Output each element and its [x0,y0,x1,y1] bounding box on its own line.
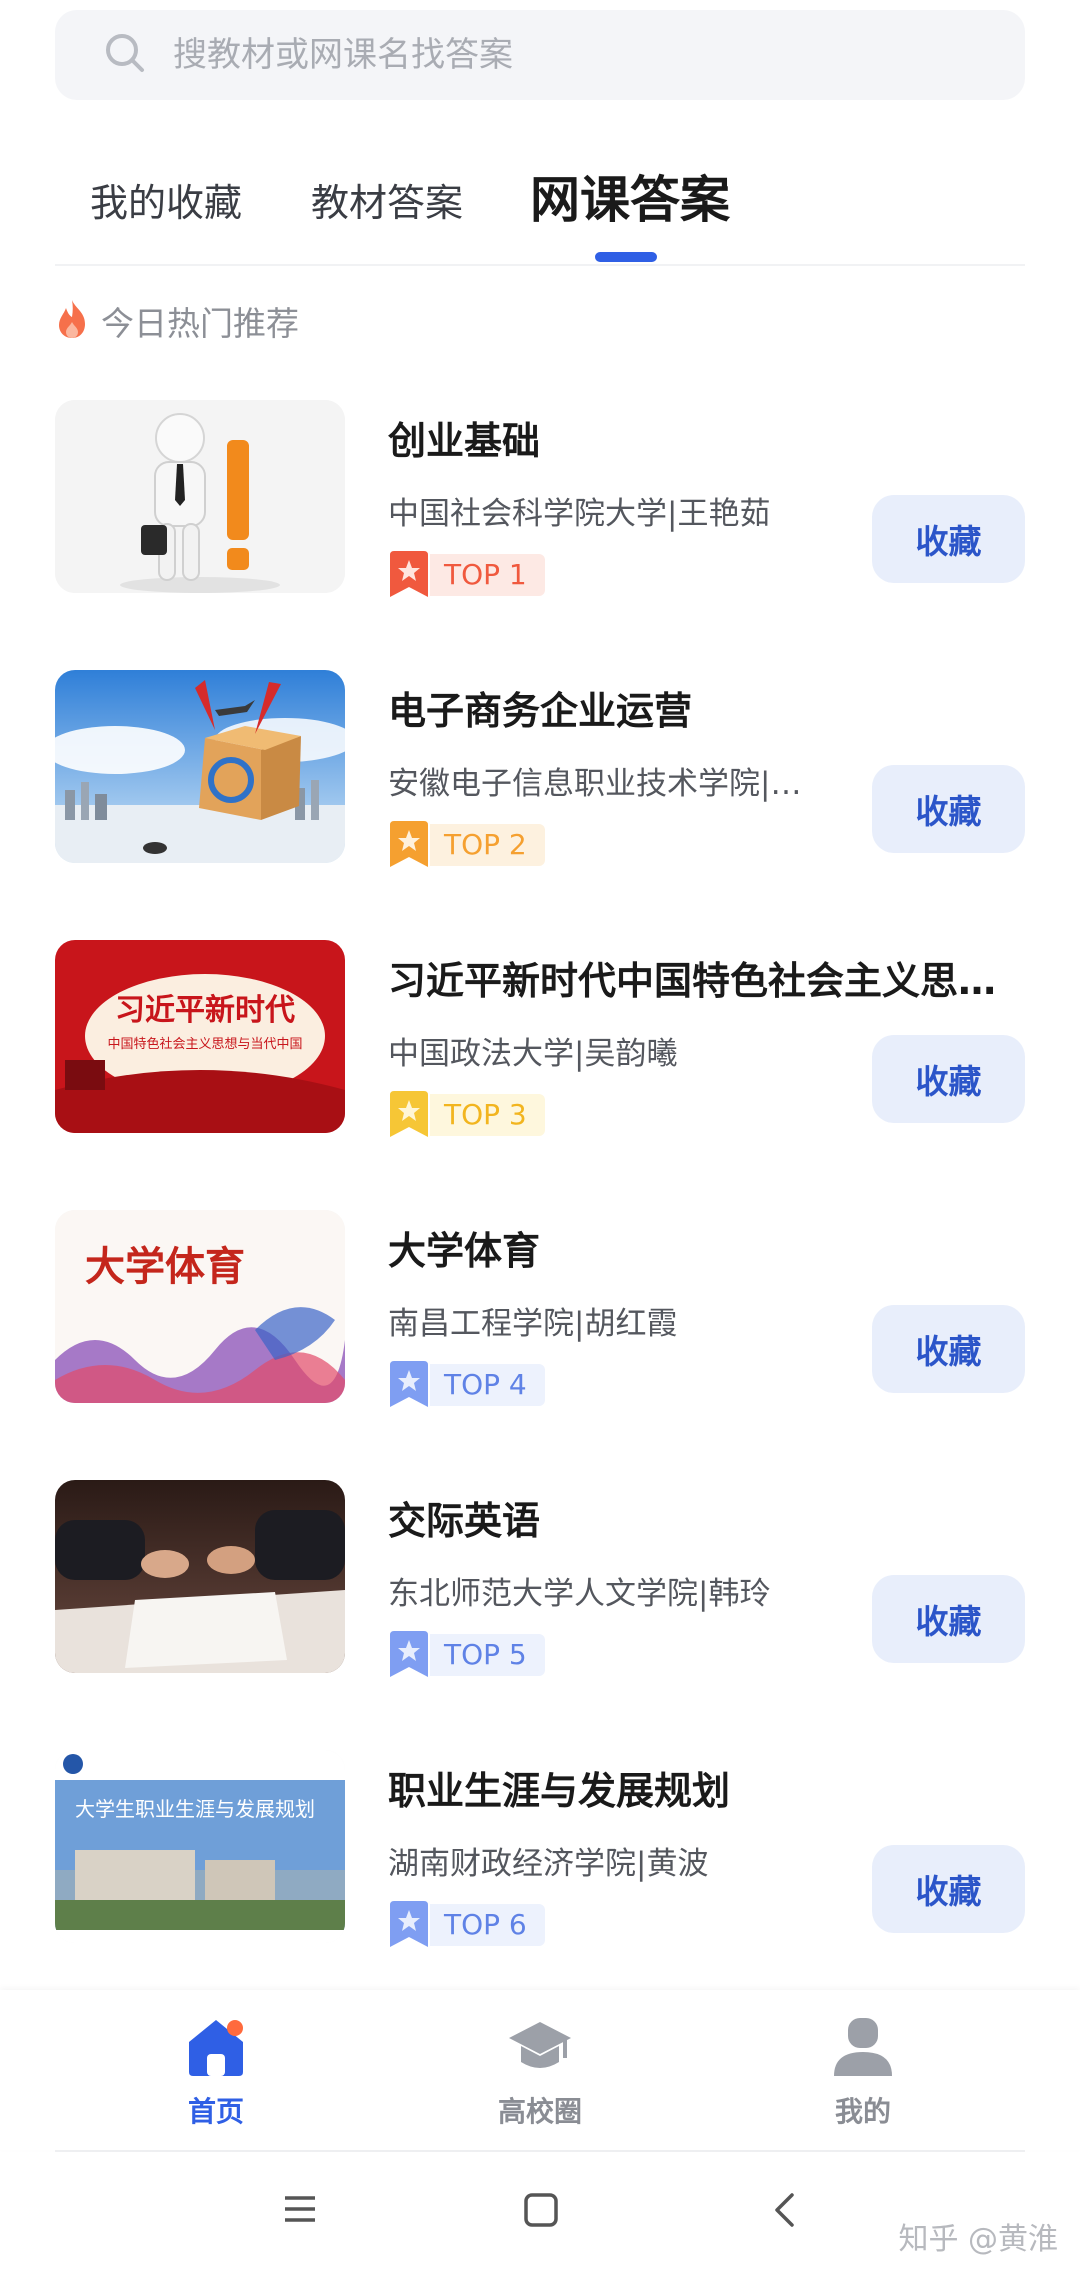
graduation-cap-icon [509,2022,571,2068]
thumb-subtitle: 中国特色社会主义思想与当代中国 [107,1036,302,1052]
rank-badge: TOP 5 [388,1631,545,1678]
nav-mine[interactable]: 我的 [783,2014,943,2154]
course-title: 电子商务企业运营 [388,689,693,733]
course-school-teacher: 湖南财政经济学院|黄波 [388,1846,709,1882]
rank-badge: TOP 3 [388,1091,545,1138]
star-bookmark-icon [390,1631,428,1677]
rank-label: TOP 3 [430,1094,545,1136]
rank-badge: TOP 2 [388,821,545,868]
collect-button[interactable]: 收藏 [872,1305,1025,1393]
course-school-teacher: 东北师范大学人文学院|韩玲 [388,1576,771,1612]
search-icon [103,31,147,79]
course-thumbnail [55,1480,345,1673]
course-school-teacher: 中国社会科学院大学|王艳茹 [388,496,771,532]
course-item[interactable]: 大学生职业生涯与发展规划 职业生涯与发展规划 湖南财政经济学院|黄波 TOP 6… [0,1750,1080,1948]
collect-button[interactable]: 收藏 [872,765,1025,853]
star-bookmark-icon [390,1901,428,1947]
menu-icon[interactable] [283,2192,317,2230]
nav-campus[interactable]: 高校圈 [460,2014,620,2154]
course-item[interactable]: 大学体育 大学体育 南昌工程学院|胡红霞 TOP 4 收藏 [0,1210,1080,1408]
home-square-icon[interactable] [523,2192,559,2232]
star-bookmark-icon [390,1091,428,1137]
hot-recommend-header: 今日热门推荐 [55,296,299,346]
course-title: 习近平新时代中国特色社会主义思… [388,959,997,1003]
rank-badge: TOP 6 [388,1901,545,1948]
search-bar[interactable] [55,10,1025,100]
course-thumbnail: 习近平新时代 中国特色社会主义思想与当代中国 [55,940,345,1133]
active-tab-indicator [595,252,657,262]
star-bookmark-icon [390,1361,428,1407]
course-school-teacher: 中国政法大学|吴韵曦 [388,1036,678,1072]
course-item[interactable]: 电子商务企业运营 安徽电子信息职业技术学院|… TOP 2 收藏 [0,670,1080,868]
course-school-teacher: 安徽电子信息职业技术学院|… [388,766,802,802]
tab-online-course-answers[interactable]: 网课答案 [530,160,730,232]
nav-label: 首页 [187,2095,244,2128]
course-title: 交际英语 [388,1499,541,1543]
section-title: 今日热门推荐 [101,304,299,343]
tab-textbook-answers[interactable]: 教材答案 [311,172,463,227]
thumb-title: 习近平新时代 [115,993,295,1028]
course-thumbnail [55,670,345,863]
course-item[interactable]: 交际英语 东北师范大学人文学院|韩玲 TOP 5 收藏 [0,1480,1080,1678]
collect-button[interactable]: 收藏 [872,495,1025,583]
thumb-title: 大学生职业生涯与发展规划 [75,1797,315,1821]
bottom-nav: 首页 高校圈 我的 [0,1990,1080,2150]
collect-button[interactable]: 收藏 [872,1845,1025,1933]
home-icon [189,2020,243,2076]
nav-home[interactable]: 首页 [136,2014,296,2154]
star-bookmark-icon [390,821,428,867]
watermark: 知乎 @黄淮 [898,2222,1058,2257]
fire-icon [55,298,89,344]
back-icon[interactable] [772,2192,798,2232]
course-thumbnail: 大学生职业生涯与发展规划 [55,1750,345,1943]
course-thumbnail [55,400,345,593]
star-bookmark-icon [390,551,428,597]
rank-label: TOP 5 [430,1634,545,1676]
rank-label: TOP 1 [430,554,545,596]
rank-badge: TOP 1 [388,551,545,598]
course-title: 创业基础 [388,419,541,463]
user-icon [834,2018,892,2076]
course-item[interactable]: 创业基础 中国社会科学院大学|王艳茹 TOP 1 收藏 [0,400,1080,598]
course-thumbnail: 大学体育 [55,1210,345,1403]
course-title: 职业生涯与发展规划 [388,1769,731,1813]
rank-badge: TOP 4 [388,1361,545,1408]
tab-bar: 我的收藏 教材答案 网课答案 [55,150,1025,266]
collect-button[interactable]: 收藏 [872,1575,1025,1663]
tab-my-favorites[interactable]: 我的收藏 [90,172,242,227]
nav-label: 我的 [834,2095,891,2128]
collect-button[interactable]: 收藏 [872,1035,1025,1123]
thumb-title: 大学体育 [85,1243,245,1290]
rank-label: TOP 4 [430,1364,545,1406]
search-input[interactable] [173,35,973,75]
rank-label: TOP 6 [430,1904,545,1946]
nav-label: 高校圈 [497,2095,582,2128]
course-title: 大学体育 [388,1229,541,1273]
course-school-teacher: 南昌工程学院|胡红霞 [388,1306,678,1342]
rank-label: TOP 2 [430,824,545,866]
course-item[interactable]: 习近平新时代 中国特色社会主义思想与当代中国 习近平新时代中国特色社会主义思… … [0,940,1080,1138]
